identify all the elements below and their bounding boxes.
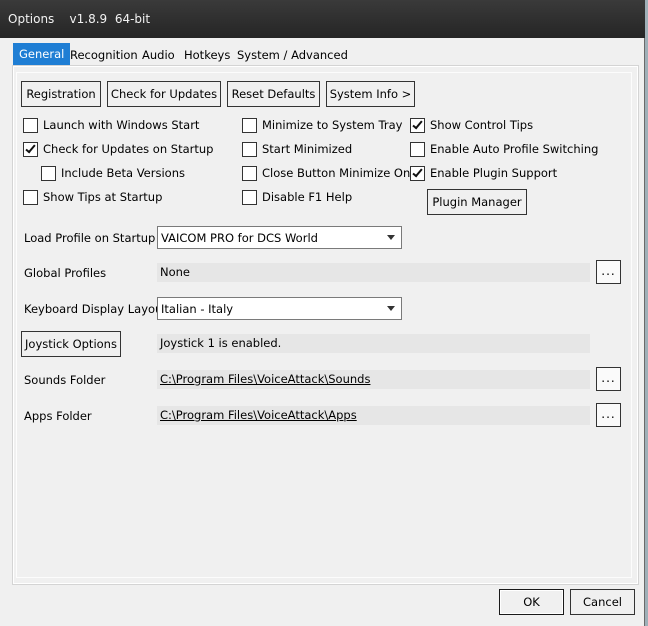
tab-hotkeys[interactable]: Hotkeys xyxy=(178,44,236,66)
load-profile-label: Load Profile on Startup xyxy=(24,231,156,245)
global-profiles-label: Global Profiles xyxy=(24,266,107,280)
load-profile-value: VAICOM PRO for DCS World xyxy=(161,231,318,245)
tab-system-advanced[interactable]: System / Advanced xyxy=(231,44,354,66)
checkbox-label: Close Button Minimize Only xyxy=(262,166,421,180)
apps-folder-label: Apps Folder xyxy=(24,409,92,423)
checkbox-label: Enable Auto Profile Switching xyxy=(430,142,599,156)
load-profile-dropdown[interactable]: VAICOM PRO for DCS World xyxy=(157,226,402,249)
joystick-status-value: Joystick 1 is enabled. xyxy=(160,336,282,350)
system-info-button[interactable]: System Info > xyxy=(326,81,415,107)
global-profiles-value: None xyxy=(160,265,191,279)
keyboard-layout-value: Italian - Italy xyxy=(161,302,234,316)
global-profiles-browse-button[interactable]: ... xyxy=(596,260,621,284)
apps-folder-field: C:\Program Files\VoiceAttack\Apps xyxy=(157,406,590,425)
checkmark-icon xyxy=(25,142,36,154)
ok-button[interactable]: OK xyxy=(499,589,564,615)
checkbox-box[interactable] xyxy=(23,142,38,157)
checkbox-label: Launch with Windows Start xyxy=(43,118,200,132)
checkbox-box[interactable] xyxy=(41,166,56,181)
cancel-button[interactable]: Cancel xyxy=(570,589,635,615)
checkbox-box[interactable] xyxy=(242,166,257,181)
sounds-folder-field: C:\Program Files\VoiceAttack\Sounds xyxy=(157,370,590,389)
checkbox-box[interactable] xyxy=(410,142,425,157)
checkbox-box[interactable] xyxy=(242,190,257,205)
checkbox-label: Disable F1 Help xyxy=(262,190,353,204)
global-profiles-field: None xyxy=(157,263,590,282)
chevron-down-icon xyxy=(387,235,395,240)
checkbox-box[interactable] xyxy=(410,118,425,133)
tab-recognition[interactable]: Recognition xyxy=(64,44,144,66)
checkbox-label: Enable Plugin Support xyxy=(430,166,558,180)
checkbox-label: Start Minimized xyxy=(262,142,353,156)
sounds-folder-browse-button[interactable]: ... xyxy=(596,367,621,391)
window-title: Options v1.8.9 64-bit xyxy=(8,12,151,26)
checkmark-icon xyxy=(412,118,423,130)
checkbox-label: Show Control Tips xyxy=(430,118,534,132)
options-window: Options v1.8.9 64-bit General Recognitio… xyxy=(0,0,645,626)
checkbox-label: Check for Updates on Startup xyxy=(43,142,214,156)
tab-strip: General Recognition Audio Hotkeys System… xyxy=(13,43,638,66)
plugin-manager-button[interactable]: Plugin Manager xyxy=(427,189,527,215)
checkbox-label: Include Beta Versions xyxy=(61,166,185,180)
tab-audio[interactable]: Audio xyxy=(136,44,181,66)
keyboard-layout-dropdown[interactable]: Italian - Italy xyxy=(157,297,402,320)
tab-general[interactable]: General xyxy=(13,43,71,66)
keyboard-layout-label: Keyboard Display Layout xyxy=(24,302,167,316)
apps-folder-path[interactable]: C:\Program Files\VoiceAttack\Apps xyxy=(160,408,357,422)
joystick-options-button[interactable]: Joystick Options xyxy=(21,331,121,357)
registration-button[interactable]: Registration xyxy=(21,81,101,107)
reset-defaults-button[interactable]: Reset Defaults xyxy=(227,81,320,107)
checkbox-box[interactable] xyxy=(23,118,38,133)
checkbox-label: Minimize to System Tray xyxy=(262,118,403,132)
checkmark-icon xyxy=(412,166,423,178)
sounds-folder-label: Sounds Folder xyxy=(24,373,106,387)
joystick-status-field: Joystick 1 is enabled. xyxy=(157,334,590,353)
checkbox-box[interactable] xyxy=(242,142,257,157)
checkbox-label: Show Tips at Startup xyxy=(43,190,163,204)
checkbox-box[interactable] xyxy=(410,166,425,181)
chevron-down-icon xyxy=(387,306,395,311)
sounds-folder-path[interactable]: C:\Program Files\VoiceAttack\Sounds xyxy=(160,372,370,386)
checkbox-box[interactable] xyxy=(242,118,257,133)
checkbox-box[interactable] xyxy=(23,190,38,205)
title-bar[interactable]: Options v1.8.9 64-bit xyxy=(0,0,645,38)
check-for-updates-button[interactable]: Check for Updates xyxy=(107,81,221,107)
apps-folder-browse-button[interactable]: ... xyxy=(596,403,621,427)
